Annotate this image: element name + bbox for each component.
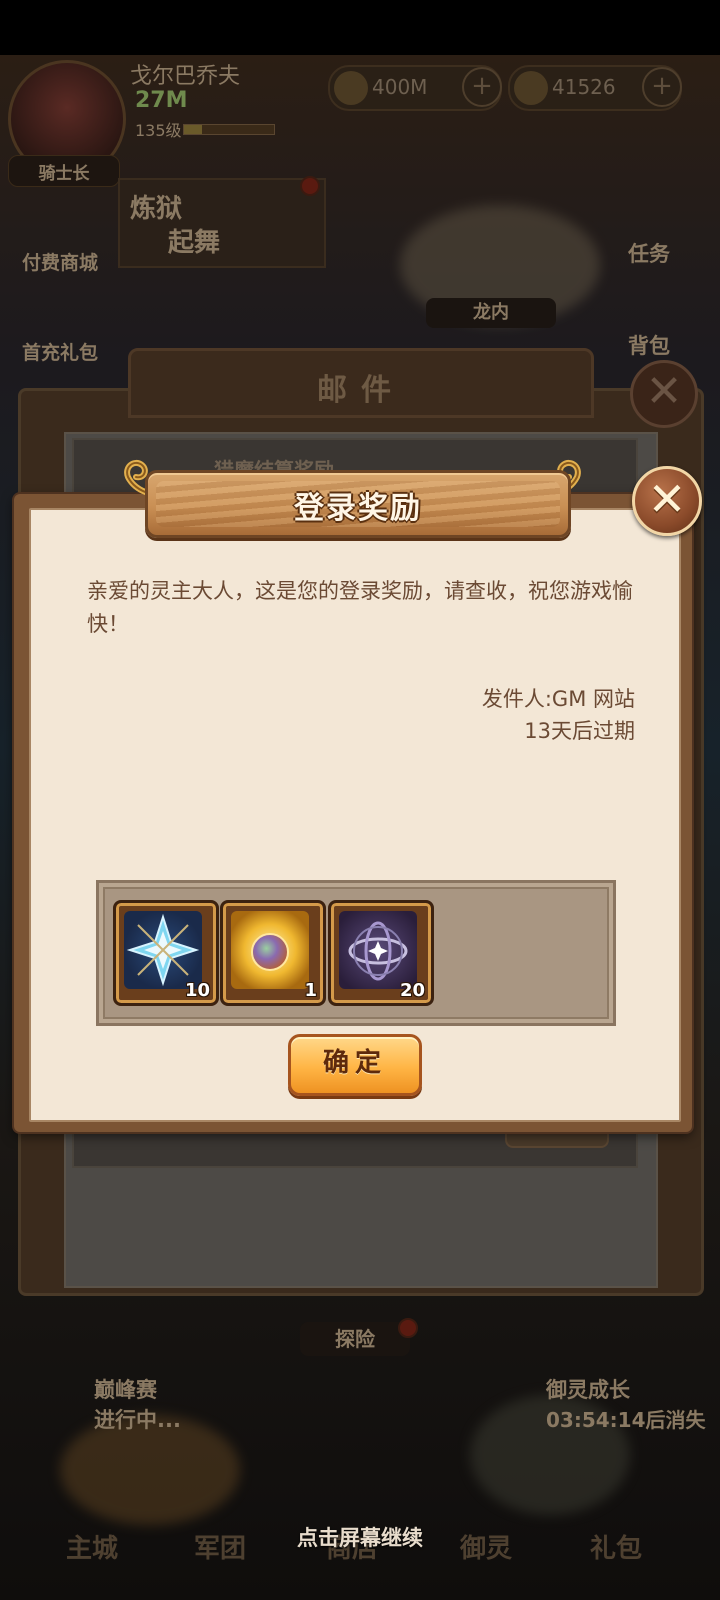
player-name: 戈尔巴乔夫 (130, 64, 241, 89)
dialog-title: 登录奖励 (294, 491, 422, 526)
dialog-header: 登录奖励 (145, 470, 571, 538)
gem-resource: 41526 + (508, 65, 682, 111)
event-banner-line2: 起舞 (168, 228, 221, 258)
center-building-label[interactable]: 龙内 (426, 298, 556, 328)
confirm-button[interactable]: 确定 (288, 1034, 422, 1096)
close-button[interactable]: ✕ (632, 466, 702, 536)
gold-amount: 400M (372, 75, 428, 99)
paid-shop-button[interactable]: 付费商城 (22, 248, 98, 275)
level-progress-bar (183, 124, 275, 135)
explore-notification-dot (398, 1318, 418, 1338)
mail-window-header: 邮件 (128, 348, 594, 418)
reward-item[interactable]: 1 (220, 900, 326, 1006)
reward-item[interactable]: 20 (328, 900, 434, 1006)
confirm-button-label: 确定 (322, 1048, 387, 1078)
gold-resource: 400M + (328, 65, 502, 111)
growth-event-timer: 03:54:14后消失 (546, 1408, 706, 1432)
tap-to-continue-hint[interactable]: 点击屏幕继续 (0, 1522, 720, 1552)
event-banner[interactable]: 炼狱 起舞 (118, 178, 326, 268)
rank-title-badge: 骑士长 (8, 155, 120, 187)
gold-coin-icon (334, 71, 368, 105)
backpack-button[interactable]: 背包 (628, 330, 670, 360)
close-icon: ✕ (647, 472, 687, 526)
notification-dot (300, 176, 320, 196)
event-banner-line1: 炼狱 (130, 194, 183, 224)
level-progress-fill (184, 125, 202, 134)
tasks-button[interactable]: 任务 (628, 238, 670, 268)
golden-orb-icon (231, 911, 309, 989)
growth-event-title[interactable]: 御灵成长 (546, 1374, 630, 1404)
status-bar (0, 0, 720, 55)
explore-label[interactable]: 探险 (300, 1322, 410, 1356)
power-value: 27M (135, 88, 188, 113)
star-compass-icon (124, 911, 202, 989)
add-gold-button[interactable]: + (462, 67, 502, 107)
mail-window-title: 邮件 (317, 373, 405, 408)
peak-event-title[interactable]: 巅峰赛 (94, 1374, 157, 1404)
gem-amount: 41526 (552, 75, 616, 99)
reward-item-count: 1 (304, 980, 317, 1001)
peak-event-status: 进行中... (94, 1408, 181, 1432)
mail-sender: 发件人:GM 网站 (481, 687, 635, 711)
reward-item[interactable]: 10 (113, 900, 219, 1006)
gem-icon (514, 71, 548, 105)
add-gems-button[interactable]: + (642, 67, 682, 107)
rank-title: 骑士长 (38, 164, 90, 184)
reward-item-count: 20 (399, 980, 425, 1001)
reward-item-count: 10 (184, 980, 210, 1001)
armillary-sphere-icon (339, 911, 417, 989)
reward-message: 亲爱的灵主大人，这是您的登录奖励，请查收，祝您游戏愉快！ (87, 579, 633, 636)
mail-expiry: 13天后过期 (524, 719, 635, 743)
first-recharge-button[interactable]: 首充礼包 (22, 338, 98, 365)
mail-close-button[interactable]: ✕ (630, 360, 698, 428)
player-level: 135级 (135, 121, 182, 140)
